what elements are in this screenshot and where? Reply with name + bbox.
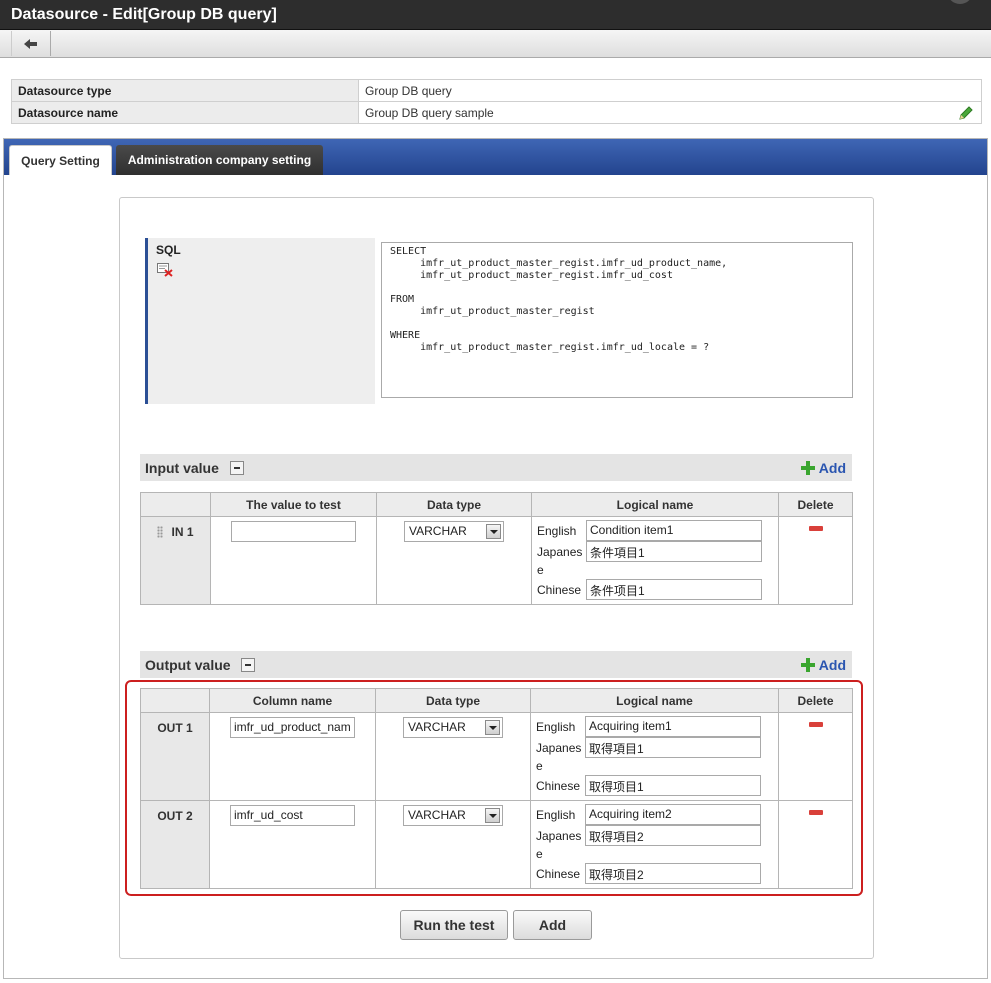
output-value-title: Output value: [145, 657, 231, 673]
pencil-icon[interactable]: [958, 105, 974, 121]
datasource-name-value: Group DB query sample: [365, 105, 494, 120]
input-header-logical-name: Logical name: [531, 492, 779, 517]
test-value-input[interactable]: [231, 521, 356, 542]
chinese-label: Chinese: [537, 583, 582, 597]
input-row-label: IN 1: [171, 525, 194, 539]
japanese-label: Japanes: [537, 545, 583, 559]
logical-name-group: English Condition item1 Japanes e 条件項目1 …: [532, 517, 778, 604]
data-type-value: VARCHAR: [409, 524, 467, 538]
sql-label: SQL: [156, 243, 181, 257]
delete-cell: [778, 516, 853, 605]
add-input-value-label: Add: [818, 460, 846, 476]
back-button[interactable]: [11, 31, 51, 56]
sql-row: SQL SELECT imfr_ut_product_master_regist…: [145, 238, 853, 406]
input-row-label-cell: IN 1: [140, 516, 211, 605]
output-value-header: Output value Add: [140, 651, 852, 678]
run-test-button[interactable]: Run the test: [400, 910, 508, 940]
input-header-blank: [140, 492, 211, 517]
toolbar: [0, 30, 991, 58]
window-control[interactable]: [947, 0, 973, 4]
add-input-value-button[interactable]: Add: [800, 460, 846, 476]
info-row-type: Datasource type Group DB query: [11, 79, 982, 102]
add-output-value-button[interactable]: Add: [800, 657, 846, 673]
chevron-down-icon: [486, 524, 501, 539]
input-header-test-value: The value to test: [210, 492, 377, 517]
clear-sql-icon[interactable]: [157, 263, 173, 277]
input-table-header: The value to test Data type Logical name…: [140, 492, 853, 517]
english-label: English: [537, 524, 577, 538]
datasource-type-value: Group DB query: [358, 79, 982, 102]
data-type-select[interactable]: VARCHAR: [404, 521, 504, 542]
drag-handle-icon[interactable]: [157, 526, 164, 538]
main-panel: Query Setting Administration company set…: [3, 138, 988, 979]
collapse-input-value-button[interactable]: [230, 461, 244, 475]
input-value-table: The value to test Data type Logical name…: [140, 492, 853, 605]
arrow-left-icon: [24, 38, 37, 49]
plus-icon: [800, 461, 815, 475]
test-value-cell: [210, 516, 377, 605]
info-row-name: Datasource name Group DB query sample: [11, 101, 982, 124]
english-name-input[interactable]: Condition item1: [586, 520, 762, 541]
output-highlight-frame: [125, 680, 863, 896]
window-title: Datasource - Edit[Group DB query]: [11, 6, 277, 23]
input-value-title: Input value: [145, 460, 219, 476]
tab-query-setting[interactable]: Query Setting: [9, 145, 112, 175]
add-output-value-label: Add: [818, 657, 846, 673]
sql-label-cell: SQL: [145, 238, 375, 404]
data-type-cell: VARCHAR: [376, 516, 532, 605]
add-button[interactable]: Add: [513, 910, 592, 940]
input-header-delete: Delete: [778, 492, 853, 517]
chinese-name-input[interactable]: 条件项目1: [586, 579, 762, 600]
datasource-name-cell: Group DB query sample: [358, 101, 982, 124]
japanese-label-wrap: e: [537, 563, 544, 577]
sql-textarea[interactable]: SELECT imfr_ut_product_master_regist.imf…: [381, 242, 853, 398]
table-row: IN 1 VARCHAR English Condition item1 Jap…: [140, 516, 853, 605]
query-settings-card: SQL SELECT imfr_ut_product_master_regist…: [119, 197, 874, 959]
datasource-info-table: Datasource type Group DB query Datasourc…: [11, 79, 982, 124]
collapse-output-value-button[interactable]: [241, 658, 255, 672]
tab-administration-company-setting[interactable]: Administration company setting: [116, 145, 323, 175]
datasource-name-label: Datasource name: [11, 101, 359, 124]
delete-row-icon[interactable]: [808, 526, 823, 531]
plus-icon: [800, 658, 815, 672]
datasource-type-label: Datasource type: [11, 79, 359, 102]
input-value-header: Input value Add: [140, 454, 852, 481]
title-bar: Datasource - Edit[Group DB query]: [0, 0, 991, 30]
logical-name-cell: English Condition item1 Japanes e 条件項目1 …: [531, 516, 779, 605]
japanese-name-input[interactable]: 条件項目1: [586, 541, 762, 562]
input-header-data-type: Data type: [376, 492, 532, 517]
tab-bar: Query Setting Administration company set…: [4, 139, 987, 175]
